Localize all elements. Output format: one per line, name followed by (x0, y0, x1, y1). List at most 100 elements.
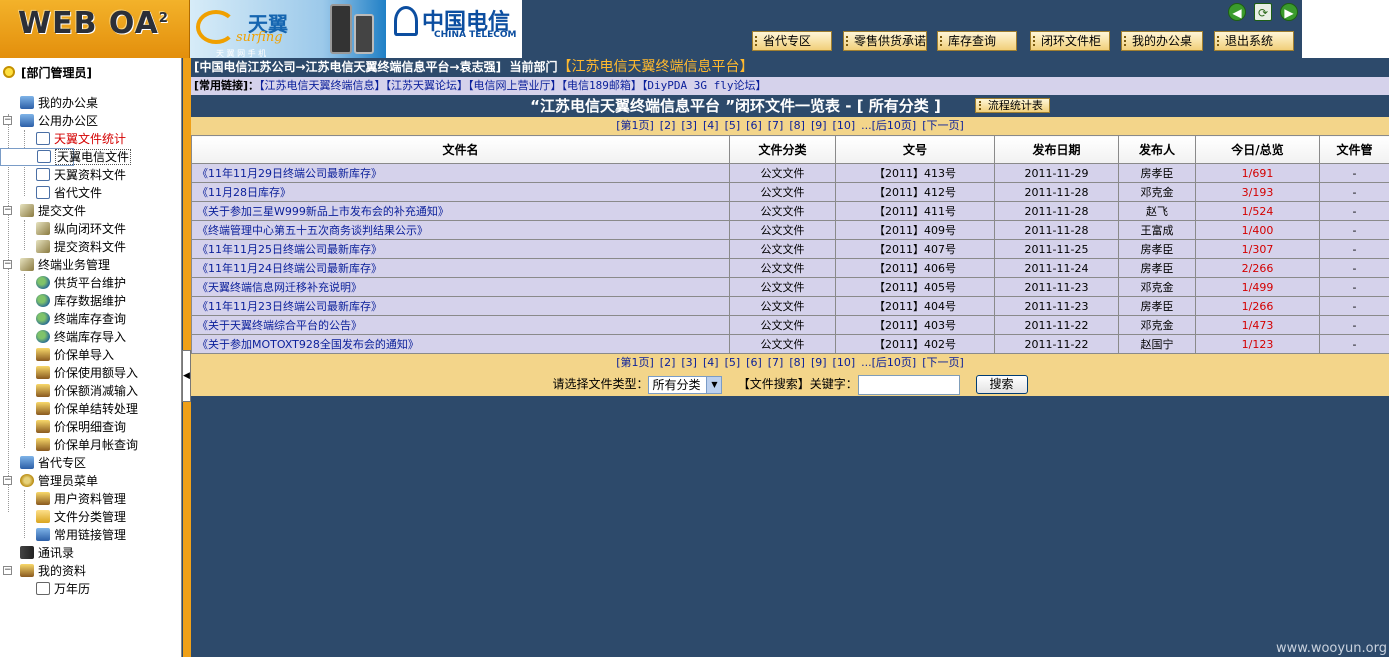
sidebar-item-price-carry[interactable]: 价保单结转处理 (0, 400, 182, 418)
keyword-input[interactable] (857, 374, 960, 395)
top-button-logout[interactable]: 退出系统 (1214, 31, 1294, 51)
sidebar-item-stock-query[interactable]: 终端库存查询 (0, 310, 182, 328)
file-name-link[interactable]: 《11年11月25日终端公司最新库存》 (191, 239, 730, 259)
col-header-manage[interactable]: 文件管 (1319, 135, 1389, 164)
page-link[interactable]: [9] (811, 356, 827, 369)
sidebar-item-submit[interactable]: − 提交文件 (0, 202, 182, 220)
doc-number: 【2011】406号 (835, 258, 995, 278)
category-select[interactable]: 所有分类 ▼ (648, 375, 723, 394)
page-next[interactable]: [下一页] (922, 356, 964, 369)
sidebar-item-terminal-biz[interactable]: − 终端业务管理 (0, 256, 182, 274)
page-next[interactable]: [下一页] (922, 119, 964, 132)
sidebar-item-price-import[interactable]: 价保单导入 (0, 346, 182, 364)
file-name-link[interactable]: 《11年11月23日终端公司最新库存》 (191, 296, 730, 316)
sidebar-item-file-stats[interactable]: 天翼文件统计 (0, 130, 182, 148)
link-terminal-info[interactable]: 【江苏电信天翼终端信息】 (259, 79, 386, 92)
search-button[interactable]: 搜索 (975, 375, 1028, 394)
file-name-link[interactable]: 《11月28日库存》 (191, 182, 730, 202)
top-button-province[interactable]: 省代专区 (752, 31, 832, 51)
link-forum[interactable]: 【江苏天翼论坛】 (386, 79, 469, 92)
col-header-doc-number[interactable]: 文号 (835, 135, 995, 164)
page-link[interactable]: [6] (746, 356, 762, 369)
page-link[interactable]: [7] (768, 356, 784, 369)
sidebar-item-supply-platform[interactable]: 供货平台维护 (0, 274, 182, 292)
page-link[interactable]: [5] (725, 356, 741, 369)
page-link[interactable]: [6] (746, 119, 762, 132)
sidebar-toggle-icon[interactable]: ◀ (182, 350, 191, 402)
sidebar-item-price-usage[interactable]: 价保使用额导入 (0, 364, 182, 382)
collapse-icon[interactable]: − (3, 116, 12, 125)
col-header-name[interactable]: 文件名 (191, 135, 730, 164)
computer-icon (20, 96, 34, 109)
col-header-views[interactable]: 今日/总览 (1195, 135, 1320, 164)
col-header-publisher[interactable]: 发布人 (1118, 135, 1196, 164)
page-link[interactable]: [7] (768, 119, 784, 132)
file-name-link[interactable]: 《关于天翼终端综合平台的公告》 (191, 315, 730, 335)
current-dept: 【江苏电信天翼终端信息平台】 (557, 59, 754, 75)
link-online-hall[interactable]: 【电信网上营业厅】 (468, 79, 562, 92)
collapse-icon[interactable]: − (3, 476, 12, 485)
col-header-category[interactable]: 文件分类 (729, 135, 836, 164)
collapse-icon[interactable]: − (3, 566, 12, 575)
sidebar-item-public-office[interactable]: − 公用办公区 (0, 112, 182, 130)
refresh-icon[interactable]: ⟳ (1254, 3, 1272, 21)
page-link[interactable]: [8] (789, 356, 805, 369)
page-link[interactable]: [4] (703, 356, 719, 369)
file-name-link[interactable]: 《11年11月24日终端公司最新库存》 (191, 258, 730, 278)
sidebar-item-vertical-loop[interactable]: 纵向闭环文件 (0, 220, 182, 238)
page-link[interactable]: [5] (725, 119, 741, 132)
manage-cell: - (1319, 220, 1389, 240)
sidebar-item-telecom-files[interactable]: 天翼电信文件 (0, 148, 132, 166)
file-name-link[interactable]: 《11年11月29日终端公司最新库存》 (191, 163, 730, 183)
collapse-icon[interactable]: − (3, 260, 12, 269)
link-189-mail[interactable]: 【电信189邮箱】 (562, 79, 642, 92)
sidebar-item-desk[interactable]: 我的办公桌 (0, 94, 182, 112)
page-next-10[interactable]: ...[后10页] (861, 119, 916, 132)
sidebar-item-price-monthly[interactable]: 价保单月帐查询 (0, 436, 182, 454)
page-title: “江苏电信天翼终端信息平台 ”闭环文件一览表 - [ 所有分类 ] (530, 97, 941, 115)
page-link[interactable]: [10] (833, 119, 856, 132)
page-next-10[interactable]: ...[后10页] (861, 356, 916, 369)
flow-stats-button[interactable]: 流程统计表 (974, 98, 1050, 113)
sidebar-item-link-admin[interactable]: 常用链接管理 (0, 526, 182, 544)
page-link[interactable]: [3] (681, 119, 697, 132)
top-button-cabinet[interactable]: 闭环文件柜 (1030, 31, 1110, 51)
page-link[interactable]: [2] (660, 356, 676, 369)
page-link[interactable]: [第1页] (616, 119, 654, 132)
collapse-icon[interactable]: − (3, 206, 12, 215)
page-link[interactable]: [3] (681, 356, 697, 369)
sidebar-item-province-files[interactable]: 省代文件 (0, 184, 182, 202)
top-button-stock[interactable]: 库存查询 (937, 31, 1017, 51)
top-button-desk[interactable]: 我的办公桌 (1121, 31, 1203, 51)
sidebar-item-stock-import[interactable]: 终端库存导入 (0, 328, 182, 346)
sidebar-item-price-reduce[interactable]: 价保额消减输入 (0, 382, 182, 400)
top-button-retail[interactable]: 零售供货承诺 (843, 31, 927, 51)
table-header-row: 文件名 文件分类 文号 发布日期 发布人 今日/总览 文件管 (191, 135, 1389, 164)
file-name-link[interactable]: 《关于参加MOTOXT928全国发布会的通知》 (191, 334, 730, 354)
sidebar-item-submit-data[interactable]: 提交资料文件 (0, 238, 182, 256)
page-link[interactable]: [10] (833, 356, 856, 369)
page-link[interactable]: [8] (789, 119, 805, 132)
sidebar-item-contacts[interactable]: 通讯录 (0, 544, 182, 562)
sidebar-item-province-zone[interactable]: 省代专区 (0, 454, 182, 472)
file-name-link[interactable]: 《关于参加三星W999新品上市发布会的补充通知》 (191, 201, 730, 221)
file-name-link[interactable]: 《天翼终端信息网迁移补充说明》 (191, 277, 730, 297)
sidebar-item-user-admin[interactable]: 用户资料管理 (0, 490, 182, 508)
sidebar-item-my-profile[interactable]: − 我的资料 (0, 562, 182, 580)
chevron-down-icon[interactable]: ▼ (706, 376, 722, 393)
col-header-date[interactable]: 发布日期 (994, 135, 1119, 164)
sidebar-item-price-detail[interactable]: 价保明细查询 (0, 418, 182, 436)
sidebar-item-data-files[interactable]: 天翼资料文件 (0, 166, 182, 184)
file-name-link[interactable]: 《终端管理中心第五十五次商务谈判结果公示》 (191, 220, 730, 240)
sidebar-item-category-admin[interactable]: 文件分类管理 (0, 508, 182, 526)
page-link[interactable]: [4] (703, 119, 719, 132)
page-link[interactable]: [2] (660, 119, 676, 132)
page-link[interactable]: [9] (811, 119, 827, 132)
sidebar-item-admin-menu[interactable]: − 管理员菜单 (0, 472, 182, 490)
link-diypda[interactable]: 【DiyPDA 3G fly论坛】 (642, 79, 767, 92)
back-arrow-icon[interactable]: ◀ (1228, 3, 1246, 21)
forward-arrow-icon[interactable]: ▶ (1280, 3, 1298, 21)
page-link[interactable]: [第1页] (616, 356, 654, 369)
sidebar-item-stock-data[interactable]: 库存数据维护 (0, 292, 182, 310)
sidebar-item-calendar[interactable]: 万年历 (0, 580, 182, 598)
